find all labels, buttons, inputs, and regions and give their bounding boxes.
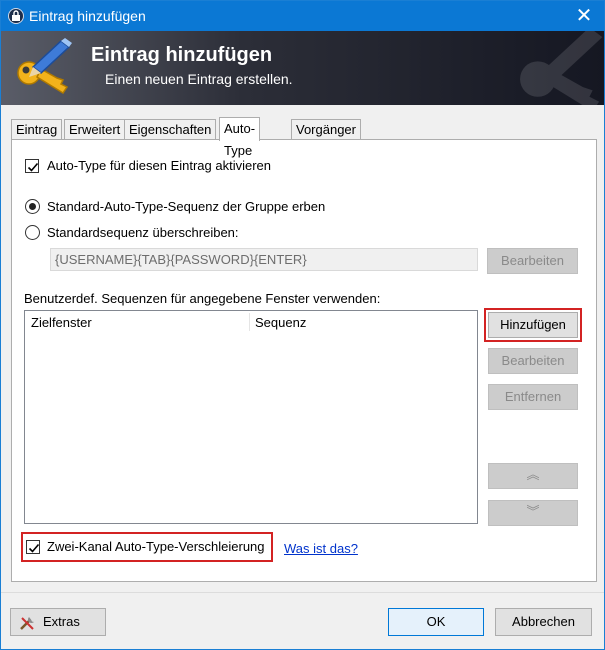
custom-sequences-label: Benutzerdef. Sequenzen für angegebene Fe… bbox=[24, 291, 381, 306]
double-chevron-down-icon: ︾ bbox=[526, 504, 540, 519]
extras-label: Extras bbox=[43, 614, 80, 629]
footer-divider bbox=[1, 592, 604, 593]
tab-eintrag[interactable]: Eintrag bbox=[11, 119, 63, 140]
close-icon[interactable]: ✕ bbox=[570, 3, 598, 29]
tab-eigenschaften[interactable]: Eigenschaften bbox=[124, 119, 217, 140]
window-sequence-list[interactable]: Zielfenster Sequenz bbox=[24, 310, 478, 524]
move-down-button[interactable]: ︾ bbox=[488, 500, 578, 526]
obfuscation-checkbox[interactable] bbox=[26, 540, 40, 554]
double-chevron-up-icon: ︽ bbox=[526, 467, 540, 482]
inherit-sequence-radio[interactable] bbox=[25, 199, 40, 214]
column-header-target-window[interactable]: Zielfenster bbox=[31, 315, 92, 330]
edit-button[interactable]: Bearbeiten bbox=[488, 348, 578, 374]
window-title: Eintrag hinzufügen bbox=[29, 8, 146, 24]
tab-auto-type[interactable]: Auto-Type bbox=[219, 117, 261, 158]
ok-button[interactable]: OK bbox=[388, 608, 484, 636]
remove-button[interactable]: Entfernen bbox=[488, 384, 578, 410]
header-banner: Eintrag hinzufügen Einen neuen Eintrag e… bbox=[1, 31, 604, 105]
default-sequence-field[interactable]: {USERNAME}{TAB}{PASSWORD}{ENTER} bbox=[50, 248, 478, 271]
inherit-sequence-label: Standard-Auto-Type-Sequenz der Gruppe er… bbox=[47, 199, 326, 214]
override-sequence-label: Standardsequenz überschreiben: bbox=[47, 225, 239, 240]
move-up-button[interactable]: ︽ bbox=[488, 463, 578, 489]
obfuscation-highlight: Zwei-Kanal Auto-Type-Verschleierung bbox=[21, 532, 273, 562]
tab-erweitert[interactable]: Erweitert bbox=[64, 119, 126, 140]
banner-watermark-icon bbox=[502, 31, 604, 105]
edit-default-sequence-button[interactable]: Bearbeiten bbox=[487, 248, 578, 274]
obfuscation-label: Zwei-Kanal Auto-Type-Verschleierung bbox=[47, 539, 265, 554]
cancel-button[interactable]: Abbrechen bbox=[495, 608, 592, 636]
override-sequence-radio[interactable] bbox=[25, 225, 40, 240]
column-header-sequence[interactable]: Sequenz bbox=[255, 315, 306, 330]
add-button[interactable]: Hinzufügen bbox=[484, 308, 582, 342]
add-entry-dialog: Eintrag hinzufügen ✕ Eintrag hinzufügen … bbox=[0, 0, 605, 650]
banner-subtitle: Einen neuen Eintrag erstellen. bbox=[105, 71, 293, 87]
title-bar[interactable]: Eintrag hinzufügen ✕ bbox=[1, 1, 604, 31]
tab-vorgaenger[interactable]: Vorgänger bbox=[291, 119, 361, 140]
tools-icon bbox=[19, 614, 37, 640]
what-is-this-link[interactable]: Was ist das? bbox=[284, 541, 358, 556]
key-pen-icon bbox=[11, 37, 77, 102]
column-divider[interactable] bbox=[249, 313, 250, 331]
auto-type-panel: Auto-Type für diesen Eintrag aktivieren … bbox=[11, 139, 597, 582]
lock-icon bbox=[8, 8, 24, 24]
banner-title: Eintrag hinzufügen bbox=[91, 44, 273, 66]
enable-auto-type-checkbox[interactable] bbox=[25, 159, 39, 173]
extras-button[interactable]: Extras bbox=[10, 608, 106, 636]
